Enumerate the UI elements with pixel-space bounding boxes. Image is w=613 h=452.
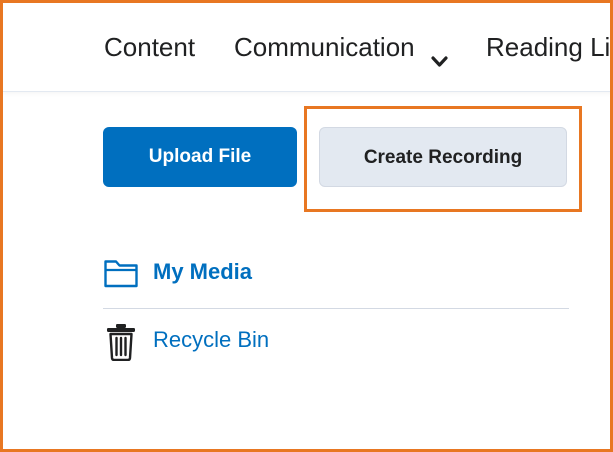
trash-icon <box>103 323 139 362</box>
top-navigation: Content Communication Reading Li <box>3 3 610 92</box>
upload-file-button[interactable]: Upload File <box>103 127 297 187</box>
nav-item-communication[interactable]: Communication <box>234 29 448 67</box>
list-item-label: Recycle Bin <box>153 327 270 352</box>
folder-icon <box>103 255 139 289</box>
list-item-label: My Media <box>153 259 253 284</box>
chevron-down-icon <box>431 41 448 67</box>
list-divider <box>103 308 569 309</box>
nav-item-content[interactable]: Content <box>104 29 195 65</box>
list-item-my-media[interactable]: My Media <box>103 247 569 295</box>
list-item-recycle-bin[interactable]: Recycle Bin <box>103 315 569 363</box>
nav-item-label: Content <box>104 32 196 62</box>
nav-item-reading-list[interactable]: Reading Li <box>486 29 610 65</box>
nav-item-label: Communication <box>234 32 415 62</box>
nav-item-label: Reading Li <box>486 32 611 62</box>
screenshot-frame: Content Communication Reading Li Upload … <box>0 0 613 452</box>
create-recording-button[interactable]: Create Recording <box>319 127 567 187</box>
